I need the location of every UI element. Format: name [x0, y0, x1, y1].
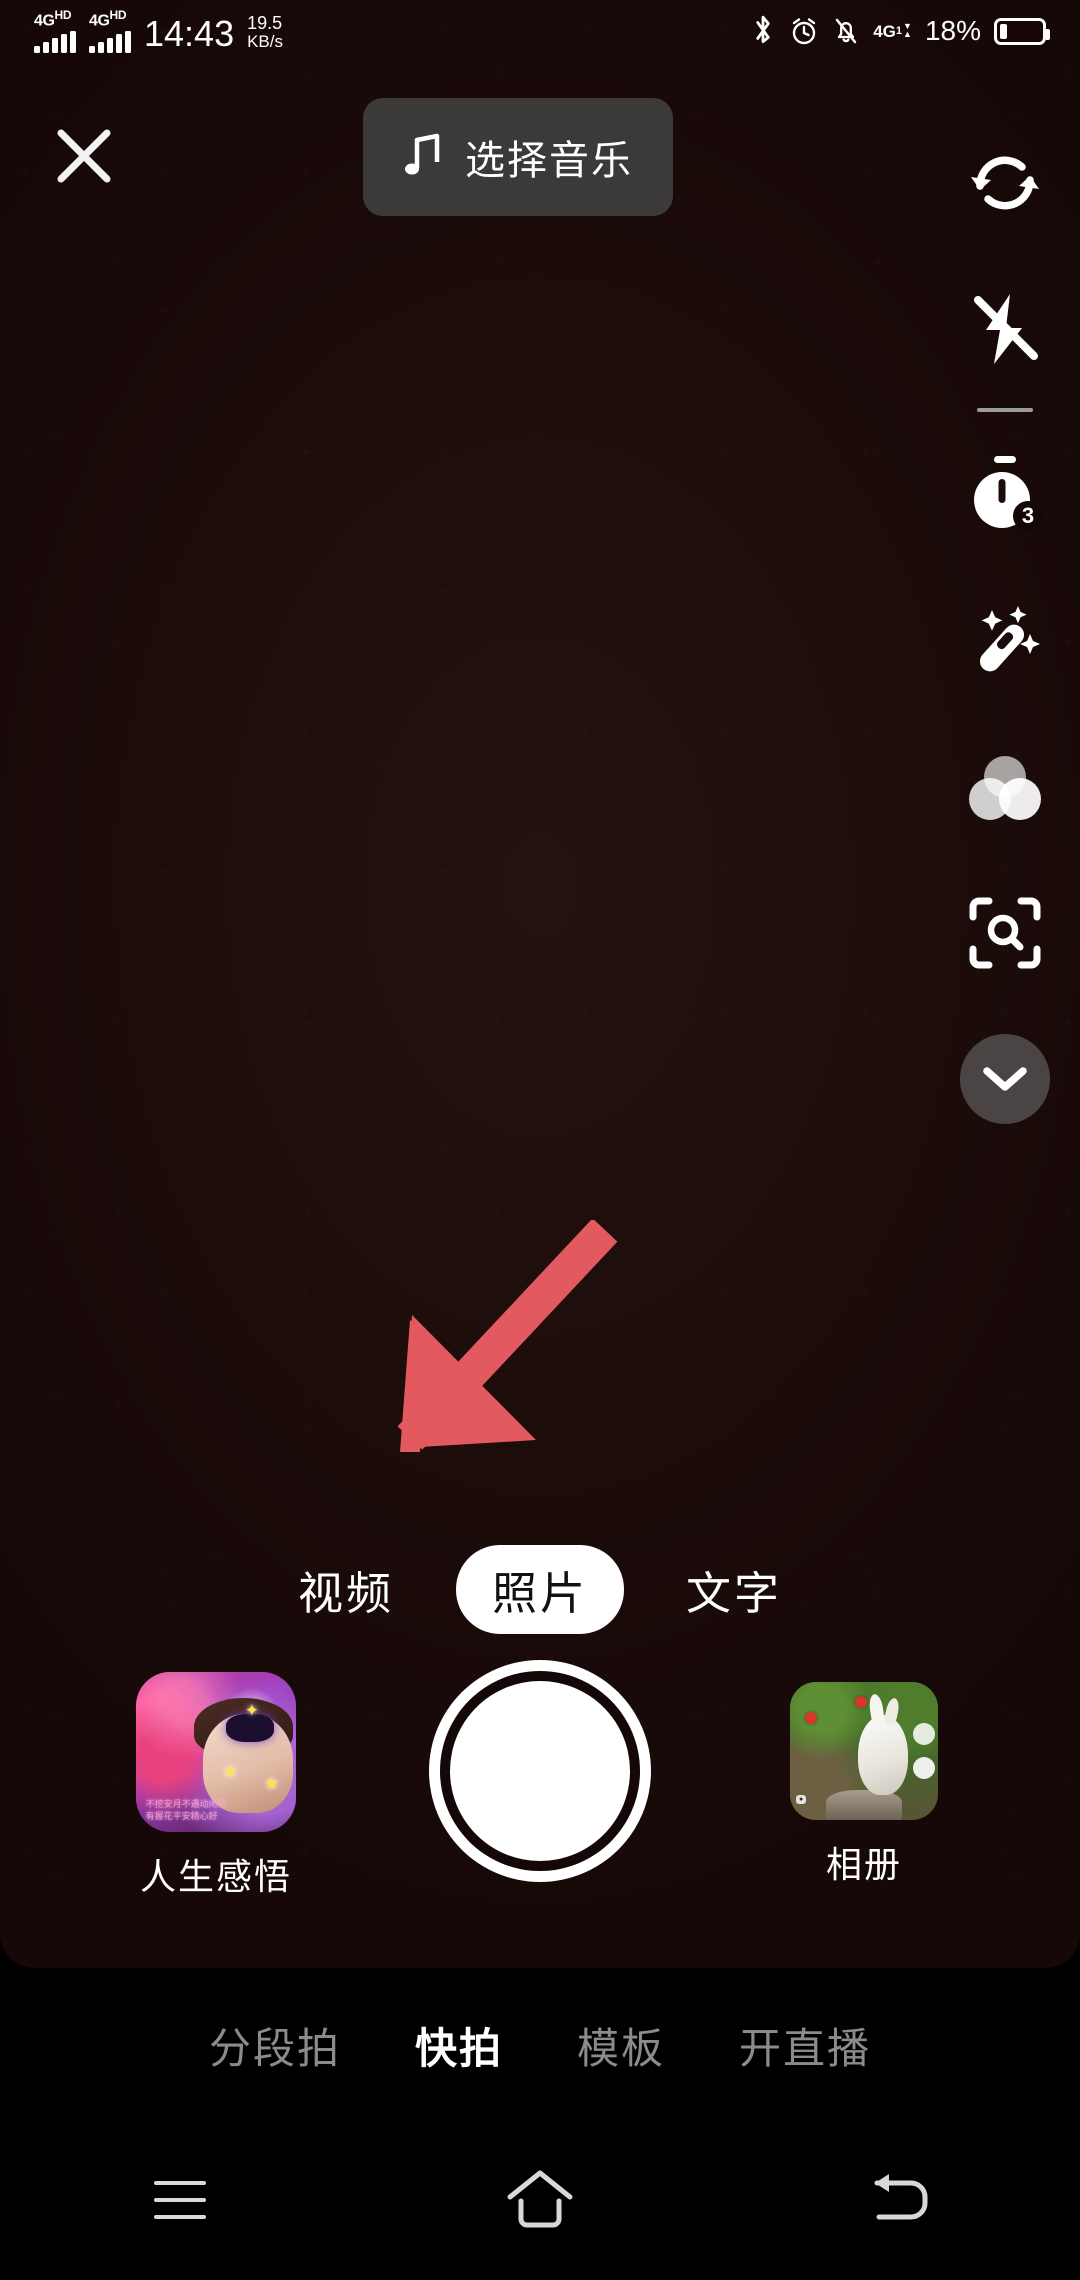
flip-camera-button[interactable]	[930, 110, 1080, 256]
sim1-network-label: 4G	[34, 12, 55, 30]
back-button[interactable]	[810, 2120, 990, 2280]
battery-percent-label: 18%	[924, 15, 981, 46]
mode-bar-item-quickshot[interactable]: 快拍	[415, 2015, 503, 2076]
status-bar-left: 4GHD 4GHD 14:43 19.5 KB/s	[34, 7, 283, 55]
recents-icon	[154, 2181, 206, 2219]
select-music-label: 选择音乐	[465, 139, 633, 183]
collapse-tools-button[interactable]	[960, 1034, 1050, 1124]
camera-capture-screen: 4GHD 4GHD 14:43 19.5 KB/s 4G 1 ▼ ▲ 18% 选…	[0, 0, 1080, 2280]
back-icon	[867, 2169, 933, 2232]
status-bar-right: 4G 1 ▼ ▲ 18%	[750, 14, 1050, 48]
capture-mode-bar: 分段拍 快拍 模板 开直播	[0, 1990, 1080, 2100]
network-speed: 19.5 KB/s	[247, 14, 283, 53]
mode-bar-item-live[interactable]: 开直播	[739, 2015, 871, 2076]
close-button[interactable]	[40, 112, 128, 200]
mode-tab-photo[interactable]: 照片	[455, 1545, 624, 1634]
album-thumbnail-art: ●	[790, 1682, 938, 1820]
network-speed-value: 19.5	[247, 13, 283, 34]
capture-mode-tabs: 视频 照片 文字	[0, 1545, 1080, 1634]
beauty-button[interactable]	[930, 568, 1080, 714]
rail-divider	[977, 408, 1033, 412]
mode-tab-video[interactable]: 视频	[292, 1545, 400, 1634]
album-thumbnail[interactable]: ●	[790, 1682, 938, 1820]
sim2-signal-icon: 4GHD	[89, 7, 131, 54]
timer-badge-value: 3	[1022, 503, 1034, 528]
mobile-data-icon: 4G 1 ▼ ▲	[873, 21, 912, 41]
music-note-icon	[403, 132, 443, 183]
sim1-network-sup: HD	[54, 7, 72, 22]
mode-bar-item-template[interactable]: 模板	[577, 2015, 665, 2076]
effect-shortcut-label: 人生感悟	[139, 1856, 292, 1897]
mode-tab-text[interactable]: 文字	[680, 1545, 788, 1634]
home-button[interactable]	[450, 2120, 630, 2280]
bluetooth-icon	[750, 14, 776, 48]
android-nav-bar	[0, 2120, 1080, 2280]
mobile-data-label: 4G	[873, 21, 896, 41]
capture-controls-row: ★ ★ ✦ 不挖安月不遇动闹只有握花平安精心好 人生感悟 ● 相册	[0, 1660, 1080, 1960]
home-icon	[504, 2167, 576, 2234]
effect-shortcut[interactable]: ★ ★ ✦ 不挖安月不遇动闹只有握花平安精心好 人生感悟	[106, 1672, 326, 1900]
effect-thumbnail-caption: 不挖安月不遇动闹只有握花平安精心好	[145, 1799, 227, 1822]
timer-button[interactable]: 3	[930, 422, 1080, 568]
sim1-signal-icon: 4GHD	[34, 7, 76, 54]
scan-button[interactable]	[930, 860, 1080, 1006]
battery-icon	[994, 17, 1050, 45]
effect-thumbnail-art: ★ ★ ✦ 不挖安月不遇动闹只有握花平安精心好	[136, 1672, 296, 1832]
mode-bar-item-segmented[interactable]: 分段拍	[209, 2015, 341, 2076]
flash-off-button[interactable]	[930, 256, 1080, 402]
status-bar: 4GHD 4GHD 14:43 19.5 KB/s 4G 1 ▼ ▲ 18%	[0, 0, 1080, 62]
network-speed-unit: KB/s	[247, 32, 283, 52]
camera-tools-rail: 3	[930, 110, 1080, 1124]
status-bar-clock: 14:43	[144, 13, 235, 55]
chevron-down-icon	[983, 1067, 1027, 1091]
recents-button[interactable]	[90, 2120, 270, 2280]
alarm-icon	[789, 16, 819, 46]
mobile-data-sub: 1	[895, 24, 903, 37]
effect-thumbnail[interactable]: ★ ★ ✦ 不挖安月不遇动闹只有握花平安精心好	[136, 1672, 296, 1832]
sim2-network-sup: HD	[109, 7, 127, 22]
sim2-network-label: 4G	[89, 12, 110, 30]
bell-off-icon	[832, 16, 860, 46]
shutter-button[interactable]	[429, 1660, 651, 1882]
filter-button[interactable]	[930, 714, 1080, 860]
album-shortcut-label: 相册	[825, 1844, 902, 1885]
album-shortcut[interactable]: ● 相册	[754, 1682, 974, 1888]
select-music-button[interactable]: 选择音乐	[363, 98, 673, 216]
